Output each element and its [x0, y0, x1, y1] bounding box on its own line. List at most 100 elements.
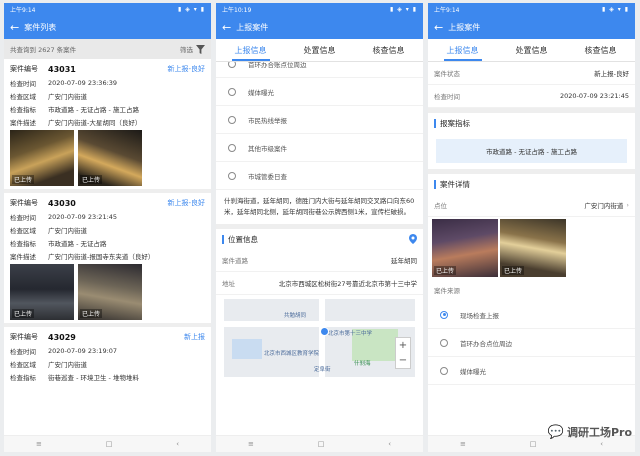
app-header: ← 案件列表: [4, 15, 211, 39]
tab-verify-info[interactable]: 核查信息: [566, 39, 635, 61]
location-map[interactable]: 共勉胡同 北京市第十三中学 北京市西城区教育学院 什刹海 定阜街 + −: [224, 299, 415, 377]
back-arrow-icon[interactable]: ←: [10, 22, 19, 33]
case-description: 什刹海街道，延年胡同，德胜门内大街与延年胡同交叉路口向东60米，延年胡同北侧，延…: [224, 197, 415, 216]
radio-button[interactable]: [228, 115, 236, 124]
status-badge: 新上报: [184, 333, 205, 341]
case-status-row: 案件状态 新上报-良好: [428, 62, 635, 85]
uploaded-tag: 已上传: [80, 175, 103, 184]
radio-option[interactable]: 市民热线举报: [216, 106, 423, 134]
home-icon[interactable]: □: [106, 440, 113, 448]
home-icon[interactable]: □: [318, 440, 325, 448]
street-value: 延年胡同: [391, 257, 417, 265]
indicator-value-box: 市政道路 - 无证占路 - 施工占路: [436, 139, 627, 163]
speech-bubble-icon: 💬: [547, 424, 564, 440]
status-time: 上午10:19: [222, 6, 252, 14]
case-photo[interactable]: 已上传: [10, 264, 74, 320]
location-pin-icon[interactable]: [409, 234, 417, 244]
list-item[interactable]: 案件编号 43031 新上报-良好 检查时间 2020-07-09 23:36:3…: [4, 59, 211, 193]
app-header: ← 上报案件: [216, 15, 423, 39]
tab-bar: 上报信息 处置信息 核查信息: [428, 39, 635, 62]
point-label: 点位: [434, 202, 447, 210]
radio-option[interactable]: 媒体曝光: [216, 78, 423, 106]
section-title: 报案指标: [440, 118, 470, 128]
tab-report-info[interactable]: 上报信息: [216, 39, 285, 61]
radio-button[interactable]: [440, 366, 448, 375]
check-time-value: 2020-07-09 23:21:45: [559, 92, 629, 100]
menu-icon[interactable]: ≡: [460, 440, 466, 448]
field-value: 广安门内街道: [48, 92, 87, 101]
case-photo[interactable]: 已上传: [10, 130, 74, 186]
system-nav-bar: ≡ □ ‹: [4, 435, 211, 452]
tab-handling-info[interactable]: 处置信息: [497, 39, 566, 61]
home-icon[interactable]: □: [530, 440, 537, 448]
tab-verify-info[interactable]: 核查信息: [354, 39, 423, 61]
source-row: 案件来源: [428, 279, 635, 301]
zoom-in-button[interactable]: +: [399, 340, 407, 351]
radio-button[interactable]: [228, 143, 236, 152]
radio-button[interactable]: [440, 338, 448, 347]
watermark-text: 调研工场Pro: [566, 426, 632, 439]
field-value: 2020-07-09 23:21:45: [48, 212, 118, 221]
status-bar: 上午9:14 ▮ ◈ ▾ ▮: [428, 3, 635, 15]
radio-option[interactable]: 市城管委日查: [216, 162, 423, 190]
list-item[interactable]: 案件编号 43030 新上报-良好 检查时间 2020-07-09 23:21:4…: [4, 193, 211, 327]
case-photo[interactable]: 已上传: [500, 219, 566, 277]
radio-option[interactable]: 现场检查上报: [428, 301, 635, 329]
result-count: 共查询到 2627 条案件: [10, 46, 77, 54]
radio-button[interactable]: [228, 171, 236, 180]
tab-handling-info[interactable]: 处置信息: [285, 39, 354, 61]
source-label: 案件来源: [434, 287, 460, 295]
case-number-label: 案件编号: [10, 199, 38, 207]
field-label: 检查时间: [10, 79, 36, 88]
case-photo[interactable]: 已上传: [78, 130, 142, 186]
section-title: 位置信息: [228, 234, 258, 244]
nav-back-icon[interactable]: ‹: [600, 440, 603, 448]
zoom-out-button[interactable]: −: [399, 355, 407, 366]
list-item[interactable]: 案件编号 43029 新上报 检查时间 2020-07-09 23:19:07 检…: [4, 327, 211, 385]
radio-button[interactable]: [228, 87, 236, 96]
street-label: 案件道路: [222, 257, 248, 265]
radio-option[interactable]: 首环办合点位周边: [428, 329, 635, 357]
field-label: 案件描述: [10, 252, 36, 261]
point-value: 广安门内街道: [584, 202, 624, 210]
back-arrow-icon[interactable]: ←: [434, 22, 443, 33]
filter-label: 筛选: [180, 46, 193, 54]
nav-back-icon[interactable]: ‹: [176, 440, 179, 448]
radio-label: 市城管委日查: [248, 172, 287, 181]
point-row[interactable]: 点位 广安门内街道 ›: [428, 194, 635, 217]
back-arrow-icon[interactable]: ←: [222, 22, 231, 33]
case-photo[interactable]: 已上传: [432, 219, 498, 277]
radio-option[interactable]: 媒体曝光: [428, 357, 635, 385]
menu-icon[interactable]: ≡: [248, 440, 254, 448]
field-value: 市政道路 - 无证占路 - 施工占路: [48, 105, 139, 114]
location-section-header: 位置信息: [216, 224, 423, 249]
radio-label: 首环办合点位周边: [460, 339, 512, 348]
address-row: 地址 北京市西城区松树街27号靠近北京市第十三中学: [216, 272, 423, 295]
app-header: ← 上报案件: [428, 15, 635, 39]
uploaded-tag: 已上传: [12, 309, 35, 318]
map-label: 定阜街: [314, 367, 331, 373]
radio-button-selected[interactable]: [440, 310, 448, 319]
watermark: 💬 调研工场Pro: [548, 424, 632, 440]
field-value: 广安门内街道-报国寺东夹道（良好）: [48, 252, 155, 261]
tab-report-info[interactable]: 上报信息: [428, 39, 497, 61]
field-value: 广安门内街道-大星胡同（良好）: [48, 118, 142, 127]
field-label: 检查区域: [10, 360, 36, 369]
detail-section-header: 案件详情: [428, 174, 635, 194]
case-photo[interactable]: 已上传: [78, 264, 142, 320]
radio-label: 其他市级案件: [248, 144, 287, 153]
status-bar: 上午9:14 ▮ ◈ ▾ ▮: [4, 3, 211, 15]
field-label: 检查指标: [10, 105, 36, 114]
nav-back-icon[interactable]: ‹: [388, 440, 391, 448]
address-label: 地址: [222, 280, 235, 288]
status-icons: ▮ ◈ ▾ ▮: [602, 5, 629, 13]
radio-option[interactable]: 其他市级案件: [216, 134, 423, 162]
map-marker-icon[interactable]: [320, 327, 329, 336]
case-list-screen: 上午9:14 ▮ ◈ ▾ ▮ ← 案件列表 共查询到 2627 条案件 筛选 案…: [4, 3, 211, 452]
map-label: 北京市西城区教育学院: [264, 351, 320, 357]
field-label: 检查区域: [10, 92, 36, 101]
menu-icon[interactable]: ≡: [36, 440, 42, 448]
page-title: 上报案件: [448, 22, 481, 32]
filter-button[interactable]: 筛选: [180, 44, 205, 54]
filter-icon: [196, 44, 205, 54]
